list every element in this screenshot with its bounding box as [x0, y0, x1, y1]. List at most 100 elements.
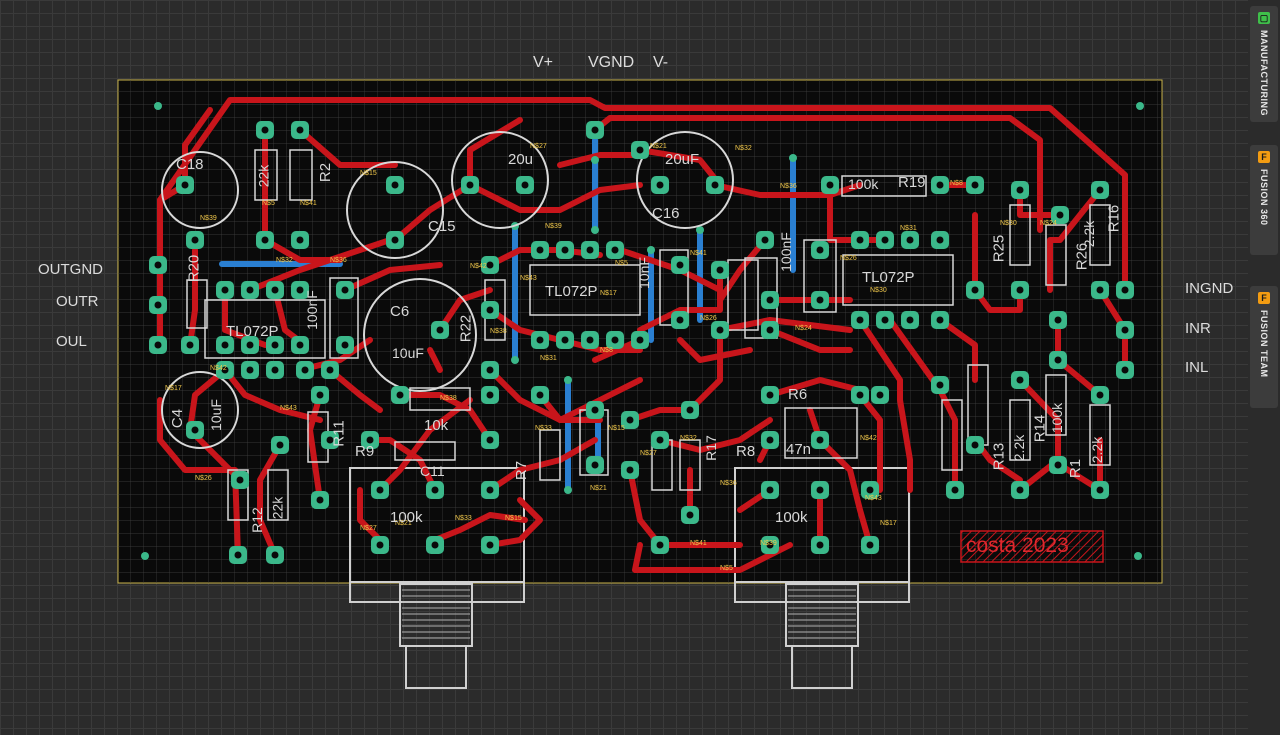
net-name-label: N$27 — [530, 143, 547, 150]
pad-drill-hole — [1016, 186, 1024, 194]
pad-drill-hole — [296, 341, 304, 349]
label-vgnd: VGND — [588, 54, 635, 71]
pcb-layout-canvas[interactable]: N$15 N$27 N$21 N$32 N$36 N$39 N$5 N$41 N$42 N$43 N… — [0, 0, 1280, 735]
r14-label: R14 — [1031, 414, 1049, 443]
pad-drill-hole — [876, 391, 884, 399]
net-name-label: N$15 — [608, 425, 625, 432]
net-name-label: N$32 — [680, 435, 697, 442]
r15-value: 22k — [269, 496, 286, 520]
pad-drill-hole — [881, 316, 889, 324]
tab-fusion-360[interactable]: F FUSION 360 — [1250, 145, 1278, 255]
pad-drill-hole — [246, 341, 254, 349]
pad-drill-hole — [154, 301, 162, 309]
r13-value: 2.2k — [1011, 434, 1028, 462]
pad-drill-hole — [611, 246, 619, 254]
net-name-label: N$31 — [900, 225, 917, 232]
r2-label: R2 — [317, 162, 335, 183]
pad-drill-hole — [191, 426, 199, 434]
net-name-label: N$32 — [276, 257, 293, 264]
ic2-value: TL072P — [545, 283, 598, 300]
pad-drill-hole — [316, 391, 324, 399]
pad-drill-hole — [246, 286, 254, 294]
net-name-label: N$5 — [615, 260, 628, 267]
pad-drill-hole — [856, 236, 864, 244]
net-name-label: N$43 — [520, 275, 537, 282]
pad-drill-hole — [466, 181, 474, 189]
pad-drill-hole — [936, 316, 944, 324]
c18-label: C18 — [176, 156, 204, 173]
net-name-label: N$38 — [490, 328, 507, 335]
pad-drill-hole — [486, 436, 494, 444]
pad-drill-hole — [881, 236, 889, 244]
pad-drill-hole — [826, 181, 834, 189]
pad-drill-hole — [686, 406, 694, 414]
pad-drill-hole — [391, 181, 399, 189]
pad-drill-hole — [486, 486, 494, 494]
net-name-label: N$17 — [880, 520, 897, 527]
pad-drill-hole — [186, 341, 194, 349]
net-name-label: N$39 — [545, 223, 562, 230]
net-name-label: N$8 — [950, 180, 963, 187]
label-oul: OUL — [56, 333, 87, 350]
pad-drill-hole — [326, 366, 334, 374]
potentiometer-shaft-knurls — [402, 589, 856, 639]
r12-label: R12 — [248, 507, 265, 533]
pad-drill-hole — [376, 486, 384, 494]
net-name-label: N$5 — [262, 200, 275, 207]
label-outr: OUTR — [56, 293, 99, 310]
pad-drill-hole — [626, 466, 634, 474]
pad-drill-hole — [936, 236, 944, 244]
pad-drill-hole — [816, 486, 824, 494]
pad-drill-hole — [676, 316, 684, 324]
pad-drill-hole — [1121, 286, 1129, 294]
pad-drill-hole — [716, 326, 724, 334]
pad-drill-hole — [1096, 186, 1104, 194]
tab-manufacturing[interactable]: ▢ MANUFACTURING — [1250, 6, 1278, 122]
c14-value: 100nF — [303, 290, 320, 330]
net-name-label: N$38 — [440, 395, 457, 402]
c16-label: C16 — [652, 205, 680, 222]
pad-drill-hole — [536, 246, 544, 254]
r25-label: R25 — [990, 234, 1008, 263]
pad-drill-hole — [971, 441, 979, 449]
net-name-label: N$42 — [210, 365, 227, 372]
pad-drill-hole — [816, 296, 824, 304]
r22-label: R22 — [457, 314, 475, 343]
pad-drill-hole — [591, 126, 599, 134]
pad-drill-hole — [1016, 286, 1024, 294]
pad-drill-hole — [341, 341, 349, 349]
pad-drill-hole — [636, 336, 644, 344]
pad-drill-hole — [181, 181, 189, 189]
right-side-panel: ▢ MANUFACTURING F FUSION 360 F FUSION TE… — [1248, 0, 1280, 735]
r19-label: R19 — [898, 174, 926, 191]
r6-label: R6 — [788, 386, 808, 403]
net-name-label: N$42 — [470, 263, 487, 270]
c-100nf-value: 100nF — [777, 232, 794, 272]
pad-drill-hole — [486, 261, 494, 269]
net-name-label: N$27 — [640, 450, 657, 457]
net-name-label: N$36 — [780, 183, 797, 190]
r1-value: 2.2k — [1089, 436, 1106, 464]
pad-drill-hole — [676, 261, 684, 269]
pad-drill-hole — [591, 406, 599, 414]
pad-drill-hole — [431, 541, 439, 549]
net-name-label: N$17 — [600, 290, 617, 297]
c4-value: 10uF — [207, 399, 224, 431]
net-name-label: N$41 — [690, 250, 707, 257]
c-10nf-value: 10nF — [635, 257, 652, 289]
c6-value: 10uF — [392, 345, 424, 361]
pad-drill-hole — [431, 486, 439, 494]
pad-drill-hole — [626, 416, 634, 424]
pad-drill-hole — [586, 336, 594, 344]
net-name-label: N$15 — [505, 515, 522, 522]
pad-drill-hole — [591, 461, 599, 469]
tab-manufacturing-label: MANUFACTURING — [1259, 30, 1269, 116]
net-name-label: N$26 — [840, 255, 857, 262]
pad-drill-hole — [271, 286, 279, 294]
r18-value: 22k — [255, 164, 272, 188]
r13-label: R13 — [990, 442, 1008, 471]
r16-label: R16 — [1105, 204, 1123, 233]
tab-fusion-team[interactable]: F FUSION TEAM — [1250, 286, 1278, 408]
label-outgnd: OUTGND — [38, 261, 103, 278]
pad-drill-hole — [656, 436, 664, 444]
